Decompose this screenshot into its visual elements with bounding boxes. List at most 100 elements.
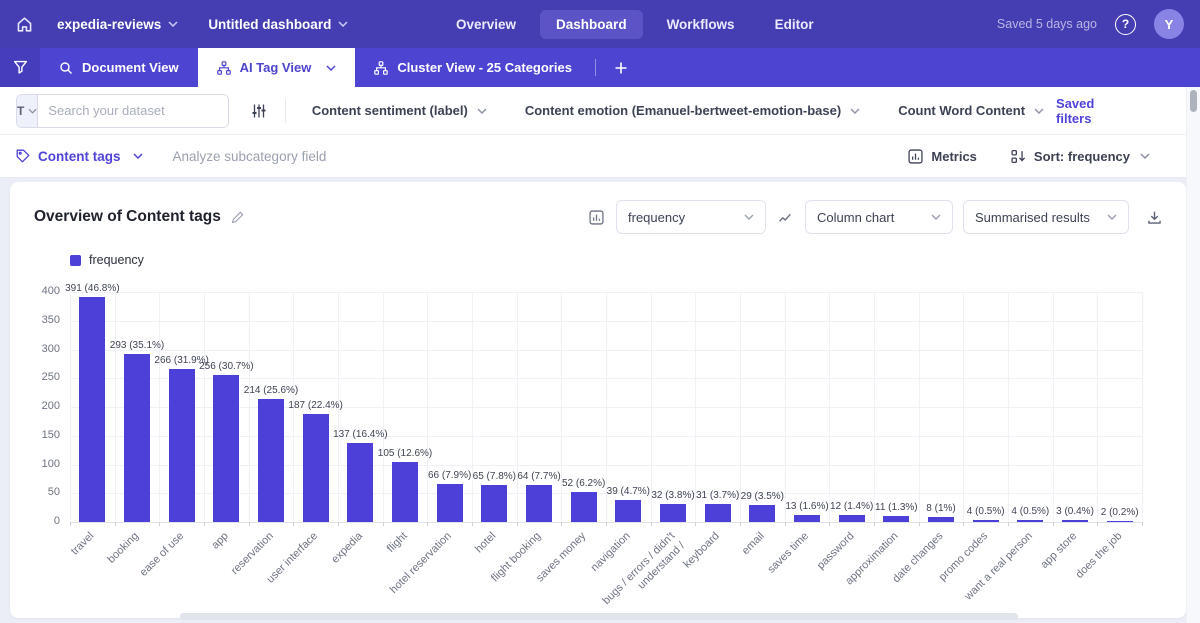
x-axis-label: app [209, 530, 232, 553]
line-chart-icon [778, 210, 793, 225]
top-navigation: expedia-reviews Untitled dashboard Overv… [0, 0, 1200, 48]
view-tabbar: Document View AI Tag View Cluster View -… [0, 48, 1200, 87]
quick-filter-sentiment[interactable]: Content sentiment (label) [300, 103, 499, 118]
tab-ai-tag-view[interactable]: AI Tag View [198, 48, 356, 87]
chart-bar-booking[interactable] [124, 354, 150, 522]
bar-value-label: 293 (35.1%) [110, 340, 164, 351]
gridline-v [919, 292, 920, 522]
gridline-v [874, 292, 875, 522]
chart-bar-ease-of-use[interactable] [169, 369, 195, 522]
bar-value-label: 29 (3.5%) [741, 491, 784, 502]
content-tags-selector[interactable]: Content tags [16, 149, 143, 164]
chart-bar-app-store[interactable] [1062, 520, 1088, 522]
x-axis-label: email [740, 530, 768, 558]
field-selector-label: Content tags [38, 149, 121, 164]
chart-bar-travel[interactable] [79, 297, 105, 522]
x-axis-tick [70, 522, 71, 526]
download-icon [1147, 210, 1162, 225]
results-select[interactable]: Summarised results [963, 200, 1129, 234]
x-axis-tick [472, 522, 473, 526]
project-switcher[interactable]: expedia-reviews [57, 17, 178, 32]
x-axis-tick [1008, 522, 1009, 526]
bar-value-label: 4 (0.5%) [1011, 506, 1049, 517]
help-button[interactable]: ? [1115, 14, 1136, 35]
search-group: T [16, 94, 229, 128]
bar-chart-icon [589, 210, 604, 225]
chart-bar-flight[interactable] [392, 462, 418, 522]
chart-bar-keyboard[interactable] [705, 504, 731, 522]
tab-cluster-view[interactable]: Cluster View - 25 Categories [355, 48, 591, 87]
chart-bar-email[interactable] [749, 505, 775, 522]
x-axis-label: ease of use [137, 530, 187, 580]
chevron-down-icon [1107, 214, 1117, 220]
dashboard-switcher[interactable]: Untitled dashboard [208, 17, 348, 32]
gridline-v [963, 292, 964, 522]
bar-value-label: 187 (22.4%) [288, 400, 342, 411]
nav-item-editor[interactable]: Editor [759, 10, 830, 39]
chart-bar-hotel-reservation[interactable] [437, 484, 463, 522]
y-axis-tick-label: 400 [22, 285, 60, 297]
chart-bar-promo-codes[interactable] [973, 520, 999, 522]
add-view-button[interactable] [600, 48, 642, 87]
field-type-label: T [17, 104, 24, 118]
nav-item-overview[interactable]: Overview [440, 10, 532, 39]
x-axis-label: expedia [329, 530, 366, 567]
x-axis-label: navigation [589, 530, 634, 575]
chart-bar-saves-money[interactable] [571, 492, 597, 522]
horizontal-scrollbar-thumb[interactable] [180, 613, 1018, 620]
nav-item-workflows[interactable]: Workflows [651, 10, 751, 39]
chart-type-select[interactable]: Column chart [805, 200, 953, 234]
download-button[interactable] [1147, 210, 1162, 225]
chart-bar-want-a-real-person[interactable] [1017, 520, 1043, 522]
metric-select[interactable]: frequency [616, 200, 766, 234]
gridline-v [427, 292, 428, 522]
bar-value-label: 256 (30.7%) [199, 361, 253, 372]
quick-filter-word-count[interactable]: Count Word Content [886, 103, 1056, 118]
tab-document-view[interactable]: Document View [40, 48, 198, 87]
metrics-button[interactable]: Metrics [908, 149, 977, 164]
quick-filter-emotion[interactable]: Content emotion (Emanuel-bertweet-emotio… [513, 103, 872, 118]
chart-bar-approximation[interactable] [883, 516, 909, 522]
chart-bar-app[interactable] [213, 375, 239, 522]
chart-bar-user-interface[interactable] [303, 414, 329, 522]
chart-bar-hotel[interactable] [481, 485, 507, 522]
bar-value-label: 65 (7.8%) [473, 471, 516, 482]
plus-icon [614, 61, 628, 75]
subcategory-field[interactable]: Analyze subcategory field [173, 149, 327, 164]
nav-item-dashboard[interactable]: Dashboard [540, 10, 643, 39]
chart-bar-bugs-errors-didn-t-understand[interactable] [660, 504, 686, 522]
search-input[interactable] [38, 95, 229, 127]
x-axis-tick [204, 522, 205, 526]
chart-bar-password[interactable] [839, 515, 865, 522]
filter-funnel-button[interactable] [0, 48, 40, 87]
x-axis-tick [963, 522, 964, 526]
chevron-down-icon [133, 153, 143, 159]
edit-title-button[interactable] [231, 211, 244, 224]
chart-bar-flight-booking[interactable] [526, 485, 552, 522]
chart-bar-reservation[interactable] [258, 399, 284, 522]
chart-bar-date-changes[interactable] [928, 517, 954, 522]
sort-button[interactable]: Sort: frequency [1011, 149, 1150, 164]
chart-panel: Overview of Content tags frequency Colum… [10, 182, 1186, 618]
chevron-down-icon [1034, 108, 1044, 114]
chart-bar-does-the-job[interactable] [1107, 521, 1133, 523]
saved-filters-link[interactable]: Saved filters [1056, 96, 1124, 126]
legend-label[interactable]: frequency [89, 253, 144, 267]
vertical-scrollbar-thumb[interactable] [1190, 90, 1197, 112]
bar-value-label: 3 (0.4%) [1056, 506, 1094, 517]
chart-bar-saves-time[interactable] [794, 515, 820, 522]
gridline-v [1053, 292, 1054, 522]
legend-swatch[interactable] [70, 255, 81, 266]
hierarchy-icon [217, 61, 231, 75]
bar-value-label: 12 (1.4%) [830, 501, 873, 512]
chart-bar-navigation[interactable] [615, 500, 641, 522]
field-type-selector[interactable]: T [17, 95, 38, 127]
x-axis-tick [159, 522, 160, 526]
x-axis-tick [115, 522, 116, 526]
x-axis-label: does the job [1073, 530, 1125, 582]
advanced-filters-button[interactable] [251, 103, 267, 119]
avatar[interactable]: Y [1154, 9, 1184, 39]
home-button[interactable] [16, 16, 33, 33]
y-axis-tick-label: 150 [22, 429, 60, 441]
chart-bar-expedia[interactable] [347, 443, 373, 522]
